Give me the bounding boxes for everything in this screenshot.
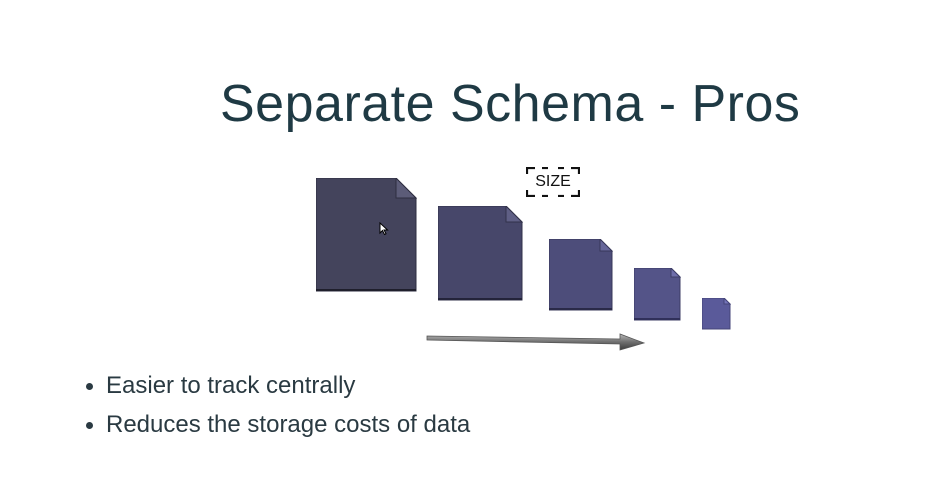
pointer-cursor-icon — [379, 221, 389, 241]
document-icon — [316, 178, 417, 292]
slide: Separate Schema - Pros SIZE Easier to tr… — [0, 0, 940, 496]
document-icon — [702, 298, 731, 330]
bullet-text: Reduces the storage costs of data — [106, 411, 471, 438]
document-icon — [634, 268, 681, 321]
list-item: Easier to track centrally — [84, 370, 470, 409]
bullet-text: Easier to track centrally — [106, 372, 356, 399]
list-item: Reduces the storage costs of data — [84, 409, 470, 448]
document-icon — [438, 206, 523, 301]
slide-title: Separate Schema - Pros — [220, 75, 801, 133]
bullet-list: Easier to track centrally Reduces the st… — [84, 370, 470, 448]
arrow-icon — [426, 330, 648, 357]
size-label: SIZE — [526, 167, 580, 197]
bullet-dot — [86, 422, 93, 429]
document-icon — [549, 239, 613, 311]
bullet-dot — [86, 383, 93, 390]
size-label-text: SIZE — [535, 173, 571, 190]
